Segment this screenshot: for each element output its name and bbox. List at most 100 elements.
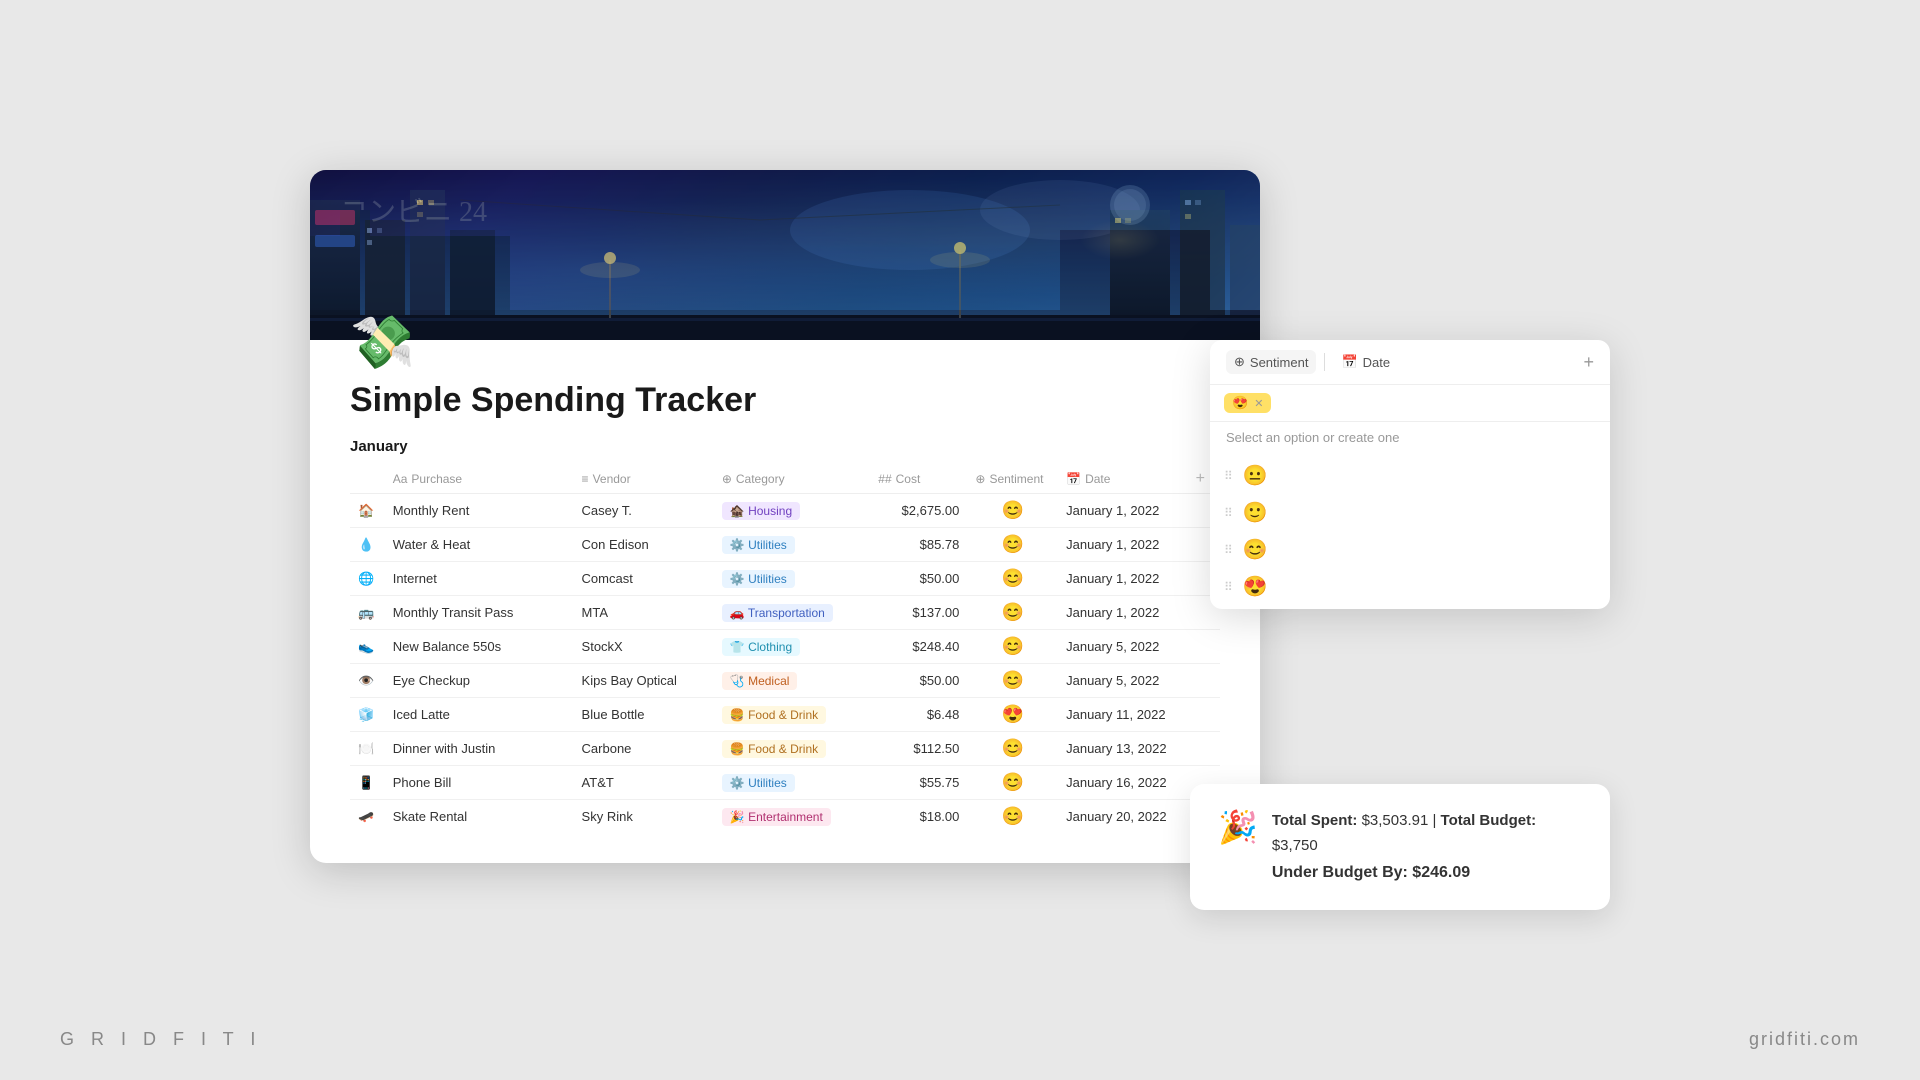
th-date: 📅Date xyxy=(1058,465,1187,494)
total-spent-amount: $3,503.91 xyxy=(1362,812,1429,829)
table-row[interactable]: 📱 Phone Bill AT&T ⚙️ Utilities $55.75 😊 … xyxy=(350,766,1220,800)
sentiment-tab[interactable]: ⊕ Sentiment xyxy=(1226,350,1316,374)
tag-emoji: 😍 xyxy=(1232,395,1248,411)
row-icon: 🏠 xyxy=(350,494,385,528)
dropdown-option[interactable]: ⠿ 😍 xyxy=(1210,568,1610,605)
category-badge: 🚗 Transportation xyxy=(722,604,833,622)
row-vendor: Comcast xyxy=(574,562,714,596)
row-date: January 1, 2022 xyxy=(1058,596,1187,630)
row-category: 🚗 Transportation xyxy=(714,596,870,630)
table-row[interactable]: 🧊 Iced Latte Blue Bottle 🍔 Food & Drink … xyxy=(350,698,1220,732)
row-vendor: Casey T. xyxy=(574,494,714,528)
under-budget-label: Under Budget By: xyxy=(1272,864,1408,881)
sentiment-label: Sentiment xyxy=(1250,355,1309,370)
row-icon: 👟 xyxy=(350,630,385,664)
row-date: January 13, 2022 xyxy=(1058,732,1187,766)
drag-handle-icon: ⠿ xyxy=(1224,506,1233,520)
row-icon: 📱 xyxy=(350,766,385,800)
row-cost: $50.00 xyxy=(870,664,967,698)
search-input[interactable] xyxy=(1277,396,1596,411)
row-cost: $55.75 xyxy=(870,766,967,800)
th-sentiment-icon: ⊕ xyxy=(975,472,985,486)
th-vendor-icon: ≡ xyxy=(582,472,589,486)
table-row[interactable]: 🏠 Monthly Rent Casey T. 🏚️ Housing $2,67… xyxy=(350,494,1220,528)
tracker-table: AaPurchase ≡Vendor ⊕Category ##Cost ⊕Sen xyxy=(350,465,1220,833)
table-row[interactable]: 🍽️ Dinner with Justin Carbone 🍔 Food & D… xyxy=(350,732,1220,766)
row-date: January 1, 2022 xyxy=(1058,562,1187,596)
row-cost: $18.00 xyxy=(870,800,967,834)
row-purchase: Iced Latte xyxy=(385,698,574,732)
row-vendor: StockX xyxy=(574,630,714,664)
category-badge: 🍔 Food & Drink xyxy=(722,740,826,758)
row-purchase: Phone Bill xyxy=(385,766,574,800)
add-column-button[interactable]: + xyxy=(1196,470,1205,488)
option-emoji: 😐 xyxy=(1243,463,1268,488)
notion-card: コンビニ 24 xyxy=(310,170,1260,863)
th-vendor: ≡Vendor xyxy=(574,465,714,494)
th-cost-icon: ## xyxy=(878,472,891,486)
row-icon: 💧 xyxy=(350,528,385,562)
row-category: ⚙️ Utilities xyxy=(714,766,870,800)
row-date: January 5, 2022 xyxy=(1058,664,1187,698)
category-badge: 👕 Clothing xyxy=(722,638,800,656)
table-row[interactable]: 🌐 Internet Comcast ⚙️ Utilities $50.00 😊… xyxy=(350,562,1220,596)
row-category: ⚙️ Utilities xyxy=(714,528,870,562)
row-add xyxy=(1188,630,1220,664)
budget-emoji: 🎉 xyxy=(1218,808,1258,846)
table-row[interactable]: 👁️ Eye Checkup Kips Bay Optical 🩺 Medica… xyxy=(350,664,1220,698)
dropdown-hint: Select an option or create one xyxy=(1210,422,1610,453)
row-cost: $85.78 xyxy=(870,528,967,562)
tag-remove-button[interactable]: ✕ xyxy=(1254,397,1263,410)
option-emoji: 😊 xyxy=(1243,537,1268,562)
row-icon: 🧊 xyxy=(350,698,385,732)
add-property-button[interactable]: + xyxy=(1583,352,1594,373)
drag-handle-icon: ⠿ xyxy=(1224,543,1233,557)
date-tab[interactable]: 📅 Date xyxy=(1333,350,1398,374)
sentiment-icon: ⊕ xyxy=(1234,354,1245,370)
row-purchase: Monthly Rent xyxy=(385,494,574,528)
table-row[interactable]: 🛹 Skate Rental Sky Rink 🎉 Entertainment … xyxy=(350,800,1220,834)
row-category: 🍔 Food & Drink xyxy=(714,698,870,732)
row-icon: 🌐 xyxy=(350,562,385,596)
page-icon: 💸 xyxy=(350,312,1220,373)
row-sentiment: 😊 xyxy=(967,562,1058,596)
row-purchase: Water & Heat xyxy=(385,528,574,562)
row-cost: $112.50 xyxy=(870,732,967,766)
drag-handle-icon: ⠿ xyxy=(1224,469,1233,483)
row-purchase: Eye Checkup xyxy=(385,664,574,698)
category-badge: 🩺 Medical xyxy=(722,672,798,690)
row-category: ⚙️ Utilities xyxy=(714,562,870,596)
row-category: 👕 Clothing xyxy=(714,630,870,664)
budget-card: 🎉 Total Spent: $3,503.91 | Total Budget:… xyxy=(1190,784,1610,910)
row-cost: $6.48 xyxy=(870,698,967,732)
dropdown-option[interactable]: ⠿ 😊 xyxy=(1210,531,1610,568)
row-icon: 🚌 xyxy=(350,596,385,630)
row-sentiment: 😊 xyxy=(967,732,1058,766)
under-budget-amount: $246.09 xyxy=(1412,864,1470,881)
category-badge: ⚙️ Utilities xyxy=(722,774,795,792)
row-vendor: MTA xyxy=(574,596,714,630)
dropdown-option[interactable]: ⠿ 🙂 xyxy=(1210,494,1610,531)
table-row[interactable]: 👟 New Balance 550s StockX 👕 Clothing $24… xyxy=(350,630,1220,664)
th-sentiment: ⊕Sentiment xyxy=(967,465,1058,494)
date-label: Date xyxy=(1363,355,1390,370)
th-date-icon: 📅 xyxy=(1066,472,1081,486)
row-add xyxy=(1188,732,1220,766)
category-badge: 🍔 Food & Drink xyxy=(722,706,826,724)
th-purchase-icon: Aa xyxy=(393,472,408,486)
row-date: January 5, 2022 xyxy=(1058,630,1187,664)
budget-text: Total Spent: $3,503.91 | Total Budget: $… xyxy=(1272,808,1582,886)
dropdown-option[interactable]: ⠿ 😐 xyxy=(1210,457,1610,494)
table-row[interactable]: 🚌 Monthly Transit Pass MTA 🚗 Transportat… xyxy=(350,596,1220,630)
sentiment-tag: 😍 ✕ xyxy=(1224,393,1271,413)
drag-handle-icon: ⠿ xyxy=(1224,580,1233,594)
row-cost: $248.40 xyxy=(870,630,967,664)
header-divider xyxy=(1324,353,1325,371)
table-row[interactable]: 💧 Water & Heat Con Edison ⚙️ Utilities $… xyxy=(350,528,1220,562)
row-vendor: Con Edison xyxy=(574,528,714,562)
row-category: 🩺 Medical xyxy=(714,664,870,698)
row-purchase: New Balance 550s xyxy=(385,630,574,664)
watermark-left: G R I D F I T I xyxy=(60,1029,261,1050)
row-sentiment: 😊 xyxy=(967,664,1058,698)
total-spent-label: Total Spent: xyxy=(1272,812,1358,829)
